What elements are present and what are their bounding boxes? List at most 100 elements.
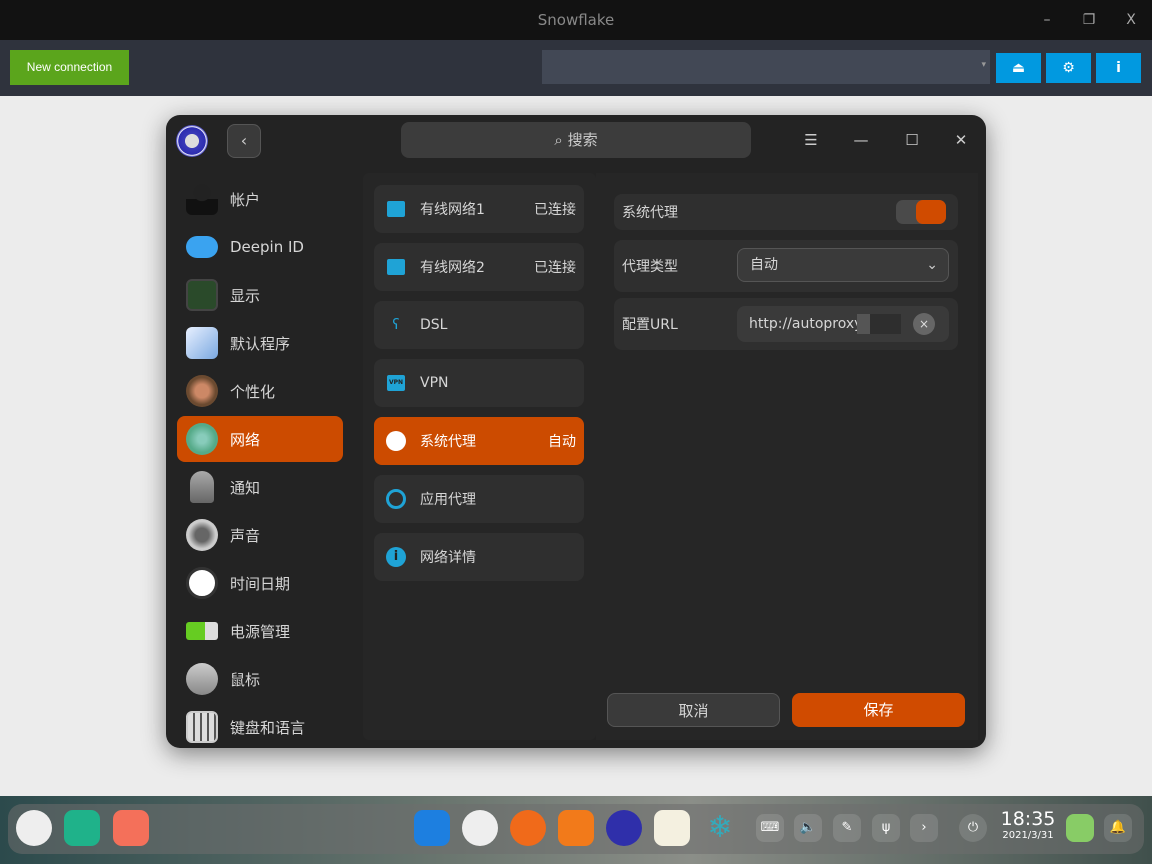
eject-button[interactable]: ⏏ (996, 53, 1041, 83)
multitask-view-icon[interactable] (64, 810, 100, 846)
sidebar-item-datetime[interactable]: 时间日期 (177, 560, 343, 606)
sidebar-item-label: 网络 (230, 430, 261, 449)
network-item-wired-1[interactable]: 有线网络1 已连接 (374, 185, 584, 233)
network-item-vpn[interactable]: VPN VPN (374, 359, 584, 407)
draw-app-icon[interactable] (654, 810, 690, 846)
new-connection-button[interactable]: New connection (10, 50, 129, 85)
minimize-button[interactable]: – (1030, 0, 1064, 40)
shop-icon[interactable] (558, 810, 594, 846)
config-url-value: http://autoproxy. (749, 316, 865, 332)
sidebar-item-display[interactable]: 显示 (177, 272, 343, 318)
sidebar-item-keyboard[interactable]: 键盘和语言 (177, 704, 343, 748)
pen-icon[interactable]: ✎ (833, 814, 861, 842)
dialog-minimize-button[interactable]: — (846, 125, 876, 155)
sidebar-item-sound[interactable]: 声音 (177, 512, 343, 558)
sidebar-item-label: 电源管理 (230, 622, 291, 641)
connection-combo[interactable]: ▾ (542, 50, 990, 84)
network-item-details[interactable]: i 网络详情 (374, 533, 584, 581)
workspace-icon[interactable] (113, 810, 149, 846)
cloud-icon (186, 236, 218, 258)
config-url-label: 配置URL (622, 317, 678, 333)
snowflake-icon[interactable]: ❄ (702, 810, 738, 846)
tray-expand-button[interactable]: › (910, 814, 938, 842)
sidebar-item-label: 鼠标 (230, 670, 261, 689)
dialog-maximize-button[interactable]: ☐ (897, 125, 927, 155)
power-icon[interactable]: ⏻ (959, 814, 987, 842)
settings-button[interactable]: ⚙ (1046, 53, 1091, 83)
sidebar-item-label: Deepin ID (230, 238, 304, 256)
display-icon (186, 279, 218, 311)
sidebar-item-network[interactable]: 网络 (177, 416, 343, 462)
toolbar: New connection ▾ ⏏ ⚙ i (0, 40, 1152, 96)
palette-icon (186, 375, 218, 407)
ethernet-icon (386, 199, 406, 219)
account-icon (186, 183, 218, 215)
info-button[interactable]: i (1096, 53, 1141, 83)
proxy-type-select[interactable]: ⌄ 自动 (737, 248, 949, 282)
sidebar-item-mouse[interactable]: 鼠标 (177, 656, 343, 702)
window-titlebar: Snowflake – ❐ X (0, 0, 1152, 40)
eject-icon: ⏏ (1011, 60, 1026, 76)
vpn-icon: VPN (386, 373, 406, 393)
back-button[interactable]: ‹ (227, 124, 261, 158)
notification-bell-icon[interactable]: 🔔 (1104, 814, 1132, 842)
proxy-settings-panel: 系统代理 代理类型 ⌄ 自动 配置URL http://autoproxy. × (596, 173, 978, 740)
browser-icon[interactable] (462, 810, 498, 846)
taskbar: ❄ ⌨ 🔈 ✎ ψ › ⏻ 18:35 2021/3/31 🔔 (0, 796, 1152, 864)
window-title: Snowflake (537, 11, 615, 29)
sidebar-item-notifications[interactable]: 通知 (177, 464, 343, 510)
control-center-icon[interactable] (606, 810, 642, 846)
close-button[interactable]: X (1114, 0, 1148, 40)
system-proxy-toggle[interactable] (896, 200, 946, 224)
firefox-icon[interactable] (510, 810, 546, 846)
trash-icon[interactable] (1066, 814, 1094, 842)
volume-icon[interactable]: 🔈 (794, 814, 822, 842)
bell-icon (190, 471, 214, 503)
menu-button[interactable]: ☰ (796, 125, 826, 155)
battery-icon (186, 622, 218, 640)
search-input[interactable]: ⌕ 搜索 (401, 122, 751, 158)
gear-icon: ⚙ (1062, 60, 1075, 76)
mouse-icon (186, 663, 218, 695)
usb-icon[interactable]: ψ (872, 814, 900, 842)
speaker-icon (186, 519, 218, 551)
sidebar-item-personalization[interactable]: 个性化 (177, 368, 343, 414)
sidebar-item-label: 默认程序 (230, 334, 291, 353)
keyboard-tray-icon[interactable]: ⌨ (756, 814, 784, 842)
network-item-label: 应用代理 (420, 492, 476, 508)
sidebar-item-label: 个性化 (230, 382, 276, 401)
control-center-window: ‹ ⌕ 搜索 ☰ — ☐ ✕ 帐户 Deepin ID 显示 默认程序 个性化 … (166, 115, 986, 748)
sidebar-item-power[interactable]: 电源管理 (177, 608, 343, 654)
search-placeholder: 搜索 (567, 131, 598, 149)
app-store-icon[interactable] (414, 810, 450, 846)
clear-icon[interactable]: × (913, 313, 935, 335)
sidebar-item-label: 时间日期 (230, 574, 291, 593)
sidebar-item-default-apps[interactable]: 默认程序 (177, 320, 343, 366)
keyboard-icon (186, 711, 218, 743)
network-item-status: 已连接 (534, 202, 576, 218)
clock-icon (186, 567, 218, 599)
chevron-down-icon: ▾ (981, 60, 986, 70)
dialog-close-button[interactable]: ✕ (946, 125, 976, 155)
network-globe-icon (186, 423, 218, 455)
clock[interactable]: 18:35 2021/3/31 (1000, 808, 1056, 841)
network-item-app-proxy[interactable]: 应用代理 (374, 475, 584, 523)
cancel-button[interactable]: 取消 (607, 693, 780, 727)
network-item-dsl[interactable]: ʕ DSL (374, 301, 584, 349)
save-button[interactable]: 保存 (792, 693, 965, 727)
proxy-type-row: 代理类型 ⌄ 自动 (614, 240, 958, 292)
control-center-logo-icon (176, 125, 208, 157)
network-item-label: 有线网络1 (420, 202, 485, 218)
system-proxy-row: 系统代理 (614, 194, 958, 230)
restore-button[interactable]: ❐ (1072, 0, 1106, 40)
dsl-cable-icon: ʕ (392, 317, 400, 333)
clock-time: 18:35 (1000, 808, 1056, 830)
network-item-system-proxy[interactable]: 系统代理 自动 (374, 417, 584, 465)
sidebar-item-accounts[interactable]: 帐户 (177, 176, 343, 222)
network-item-label: VPN (420, 375, 449, 391)
proxy-icon (386, 431, 406, 451)
config-url-input[interactable]: http://autoproxy. × (737, 306, 949, 342)
sidebar-item-deepin-id[interactable]: Deepin ID (177, 224, 343, 270)
launcher-icon[interactable] (16, 810, 52, 846)
network-item-wired-2[interactable]: 有线网络2 已连接 (374, 243, 584, 291)
